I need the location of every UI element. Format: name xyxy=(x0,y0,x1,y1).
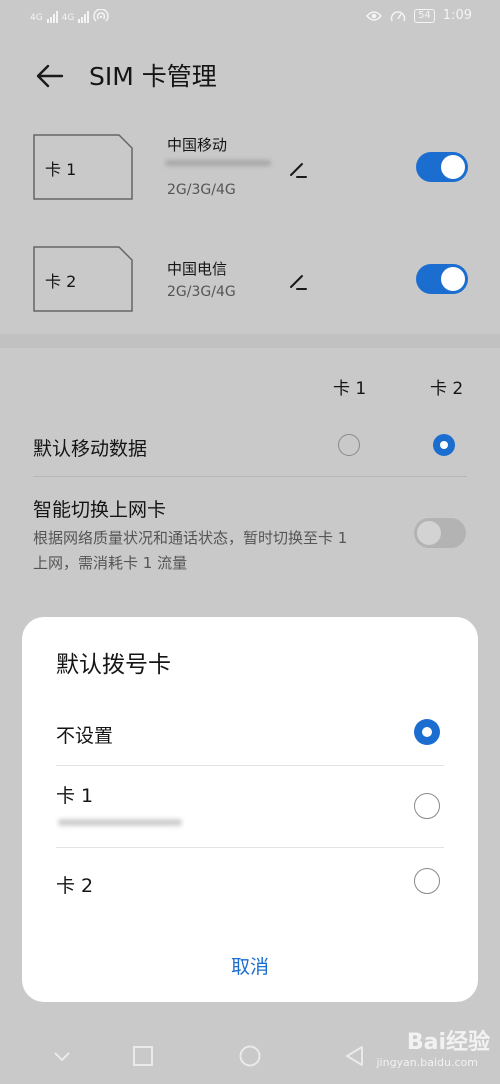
page-title: SIM 卡管理 xyxy=(89,62,217,91)
recent-apps-icon[interactable] xyxy=(131,1044,155,1068)
network-type: 2G/3G/4G xyxy=(167,284,236,300)
back-arrow-icon[interactable] xyxy=(34,60,66,92)
edit-pencil-icon[interactable] xyxy=(287,270,309,292)
sim-slot-label: 卡 2 xyxy=(45,272,77,291)
column-header-sim2: 卡 2 xyxy=(430,379,464,399)
default-data-sim1-radio[interactable] xyxy=(338,434,360,456)
signal-icon xyxy=(46,11,58,23)
smart-switch-label: 智能切换上网卡 xyxy=(33,499,167,521)
default-data-sim2-radio[interactable] xyxy=(433,434,455,456)
option-sim2-radio[interactable] xyxy=(414,868,440,894)
speed-icon xyxy=(390,10,406,21)
sim-card-row-2: 卡 2 中国电信 2G/3G/4G xyxy=(0,246,500,336)
section-divider xyxy=(0,334,500,348)
option-divider xyxy=(56,765,444,766)
row-divider xyxy=(33,476,467,477)
option-label: 卡 2 xyxy=(56,875,94,897)
cancel-button[interactable]: 取消 xyxy=(22,952,478,979)
signal-label-1: 4G xyxy=(30,13,43,23)
baidu-watermark-logo: Bai经验 xyxy=(406,1030,490,1055)
battery-icon: 54 xyxy=(414,8,435,23)
sim-card-icon: 卡 2 xyxy=(33,246,133,312)
hotspot-icon xyxy=(93,9,110,22)
smart-switch-toggle[interactable] xyxy=(414,518,466,548)
signal-icon-2 xyxy=(78,11,90,23)
option-label: 卡 1 xyxy=(56,785,94,807)
collapse-chevron-icon[interactable] xyxy=(50,1044,74,1068)
status-bar: 4G 4G 54 1:09 xyxy=(0,0,500,36)
option-divider xyxy=(56,847,444,848)
watermark-url: jingyan.baidu.com xyxy=(376,1056,478,1069)
eye-icon xyxy=(366,10,383,21)
column-header-sim1: 卡 1 xyxy=(333,379,367,399)
home-icon[interactable] xyxy=(238,1044,262,1068)
sim-slot-label: 卡 1 xyxy=(45,160,77,179)
sim-card-row-1: 卡 1 中国移动 2G/3G/4G xyxy=(0,134,500,224)
carrier-name: 中国电信 xyxy=(167,260,228,278)
sim-card-icon: 卡 1 xyxy=(33,134,133,200)
dialog-title: 默认拨号卡 xyxy=(56,652,171,678)
edit-pencil-icon[interactable] xyxy=(287,158,309,180)
carrier-name: 中国移动 xyxy=(167,136,228,154)
phone-number-redacted xyxy=(165,160,271,166)
title-bar: SIM 卡管理 xyxy=(0,48,500,104)
back-triangle-icon[interactable] xyxy=(343,1044,367,1068)
default-dial-sheet: 默认拨号卡 不设置 卡 1 卡 2 取消 xyxy=(22,617,478,1002)
phone-number-redacted xyxy=(58,819,182,826)
smart-switch-description: 根据网络质量状况和通话状态，暂时切换至卡 1 上网，需消耗卡 1 流量 xyxy=(33,529,348,572)
option-sim1-radio[interactable] xyxy=(414,793,440,819)
option-label: 不设置 xyxy=(56,725,114,747)
option-none-radio[interactable] xyxy=(414,719,440,745)
sim-1-enable-toggle[interactable] xyxy=(416,152,468,182)
clock: 1:09 xyxy=(442,8,472,23)
sim-2-enable-toggle[interactable] xyxy=(416,264,468,294)
network-type: 2G/3G/4G xyxy=(167,182,236,198)
default-data-label: 默认移动数据 xyxy=(33,438,148,460)
signal-label-2: 4G xyxy=(61,13,75,23)
